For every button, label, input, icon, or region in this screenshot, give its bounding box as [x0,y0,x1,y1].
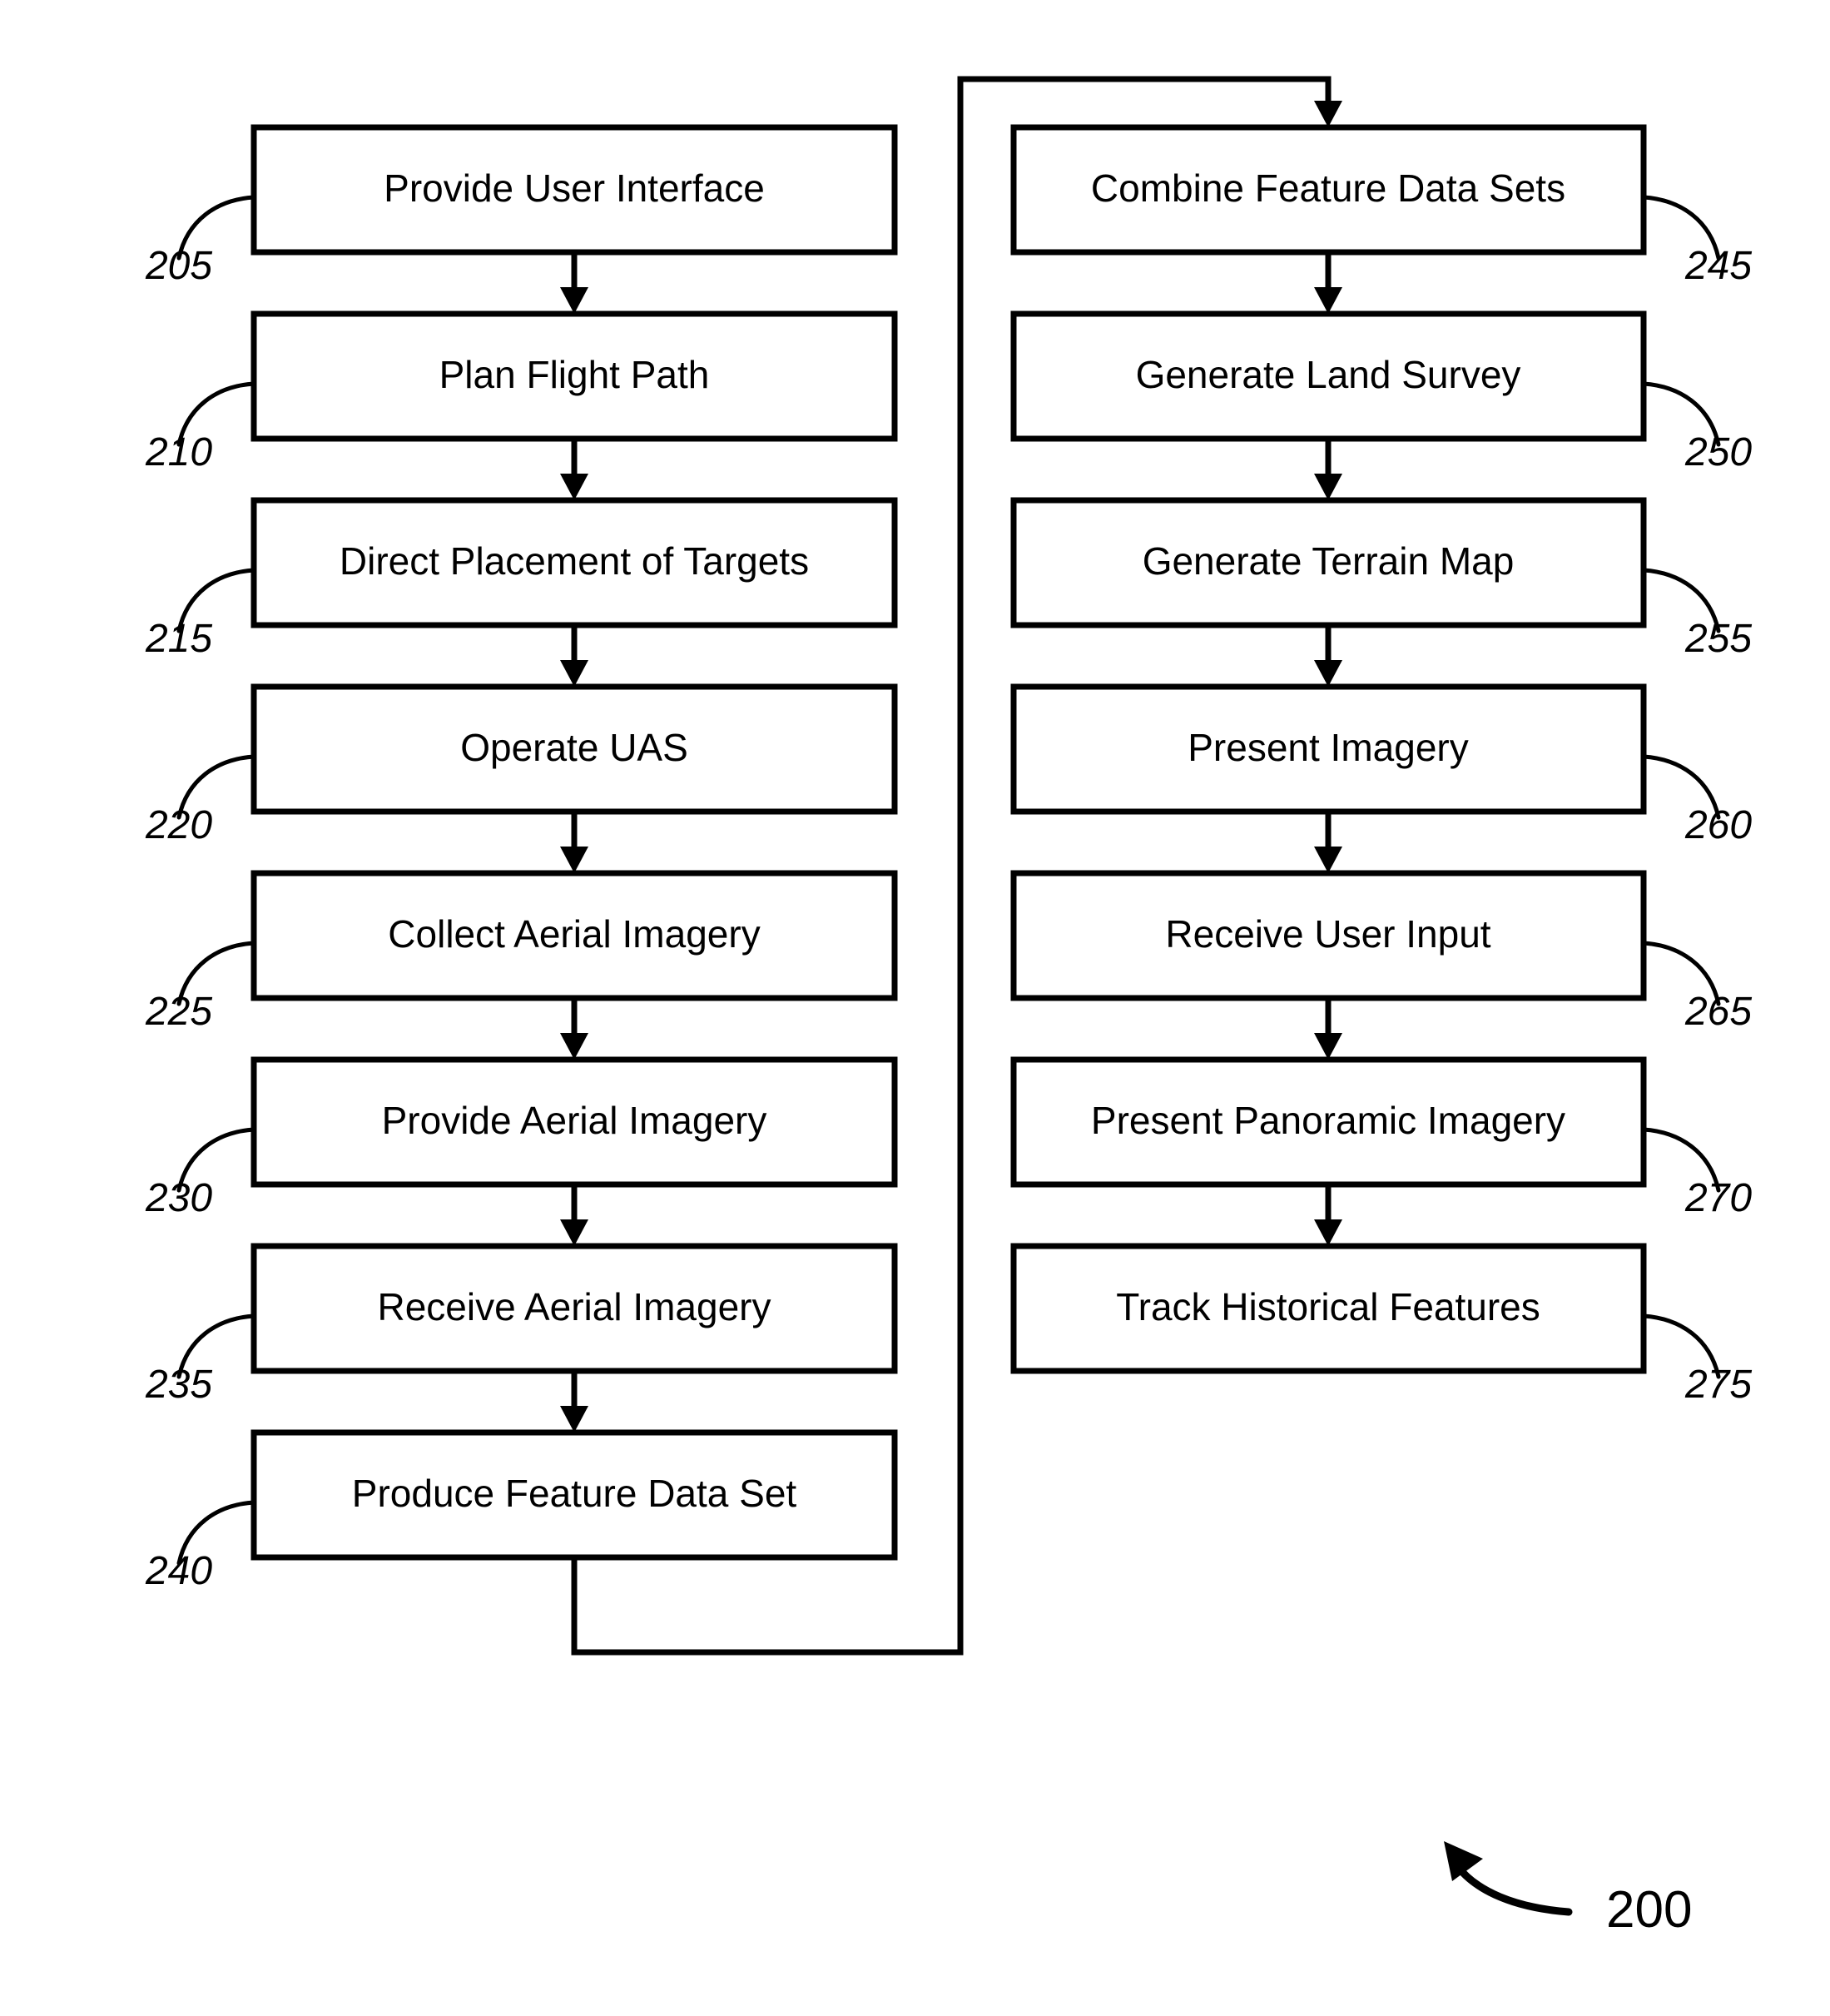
ref-numeral: 205 [145,244,212,288]
right-column-group: Combine Feature Data Sets Generate Land … [1010,124,1647,1374]
ref-numeral: 220 [145,803,212,847]
flow-arrow-245-to-250 [1314,252,1342,314]
flow-arrow-265-to-270 [1314,998,1342,1060]
ref-callout-210: 210 [145,381,256,474]
flow-arrow-250-to-255 [1314,439,1342,500]
flowchart-canvas: Provide User Interface Plan Flight Path … [145,76,1752,1939]
ref-callout-225: 225 [145,941,256,1034]
ref-numeral: 265 [1684,990,1752,1034]
process-box-220[interactable]: Operate UAS [250,683,898,815]
process-box-label: Direct Placement of Targets [340,539,809,583]
process-box-270[interactable]: Present Panoramic Imagery [1010,1056,1647,1188]
ref-callout-220: 220 [145,754,256,847]
process-box-label: Present Imagery [1188,726,1468,769]
ref-numeral: 210 [145,430,212,474]
process-box-label: Receive User Input [1165,912,1490,956]
process-box-label: Provide User Interface [384,166,765,210]
process-box-label: Generate Land Survey [1136,353,1521,396]
ref-numeral: 225 [145,990,212,1034]
ref-callout-270: 270 [1641,1127,1752,1220]
figure-number-callout: 200 [1444,1841,1692,1939]
ref-numeral: 215 [145,617,212,661]
flow-arrow-220-to-225 [560,812,588,873]
process-box-label: Present Panoramic Imagery [1091,1099,1565,1142]
process-box-260[interactable]: Present Imagery [1010,683,1647,815]
process-box-label: Generate Terrain Map [1143,539,1515,583]
ref-callout-275: 275 [1641,1313,1752,1407]
process-box-label: Track Historical Features [1116,1285,1540,1328]
ref-numeral: 230 [145,1176,212,1220]
flow-arrow-210-to-215 [560,439,588,500]
process-box-240[interactable]: Produce Feature Data Set [250,1429,898,1561]
patent-figure-200: Provide User Interface Plan Flight Path … [0,0,1830,2016]
process-box-265[interactable]: Receive User Input [1010,870,1647,1001]
process-box-210[interactable]: Plan Flight Path [250,310,898,442]
ref-callout-260: 260 [1641,754,1752,847]
process-box-275[interactable]: Track Historical Features [1010,1243,1647,1374]
process-box-label: Operate UAS [460,726,688,769]
ref-numeral: 235 [145,1363,212,1407]
ref-numeral: 250 [1684,430,1752,474]
process-box-label: Collect Aerial Imagery [388,912,760,956]
ref-callout-240: 240 [145,1500,256,1593]
flow-arrow-205-to-210 [560,252,588,314]
process-box-215[interactable]: Direct Placement of Targets [250,497,898,628]
process-box-255[interactable]: Generate Terrain Map [1010,497,1647,628]
flow-arrow-230-to-235 [560,1184,588,1246]
process-box-230[interactable]: Provide Aerial Imagery [250,1056,898,1188]
ref-numeral: 245 [1684,244,1752,288]
ref-callout-235: 235 [145,1313,256,1407]
process-box-label: Produce Feature Data Set [352,1472,797,1515]
ref-callout-255: 255 [1641,568,1752,661]
ref-numeral: 270 [1684,1176,1752,1220]
process-box-235[interactable]: Receive Aerial Imagery [250,1243,898,1374]
right-reference-numerals: 245 250 255 260 265 270 275 [1641,195,1752,1407]
process-box-250[interactable]: Generate Land Survey [1010,310,1647,442]
ref-numeral: 240 [145,1549,212,1593]
figure-number-label: 200 [1606,1881,1692,1939]
flow-arrow-225-to-230 [560,998,588,1060]
process-box-205[interactable]: Provide User Interface [250,124,898,256]
process-box-245[interactable]: Combine Feature Data Sets [1010,124,1647,256]
process-box-label: Provide Aerial Imagery [382,1099,767,1142]
ref-callout-250: 250 [1641,381,1752,474]
ref-callout-230: 230 [145,1127,256,1220]
flow-arrow-270-to-275 [1314,1184,1342,1246]
left-reference-numerals: 205 210 215 220 225 230 235 240 [145,195,256,1593]
ref-numeral: 255 [1684,617,1752,661]
flow-arrow-255-to-260 [1314,625,1342,687]
ref-callout-205: 205 [145,195,256,288]
process-box-label: Receive Aerial Imagery [378,1285,771,1328]
ref-callout-245: 245 [1641,195,1752,288]
flow-arrow-260-to-265 [1314,812,1342,873]
flow-arrow-215-to-220 [560,625,588,687]
ref-callout-215: 215 [145,568,256,661]
ref-numeral: 260 [1684,803,1752,847]
process-box-225[interactable]: Collect Aerial Imagery [250,870,898,1001]
ref-callout-265: 265 [1641,941,1752,1034]
process-box-label: Combine Feature Data Sets [1091,166,1565,210]
process-box-label: Plan Flight Path [439,353,710,396]
ref-numeral: 275 [1684,1363,1752,1407]
flow-arrow-235-to-240 [560,1371,588,1433]
